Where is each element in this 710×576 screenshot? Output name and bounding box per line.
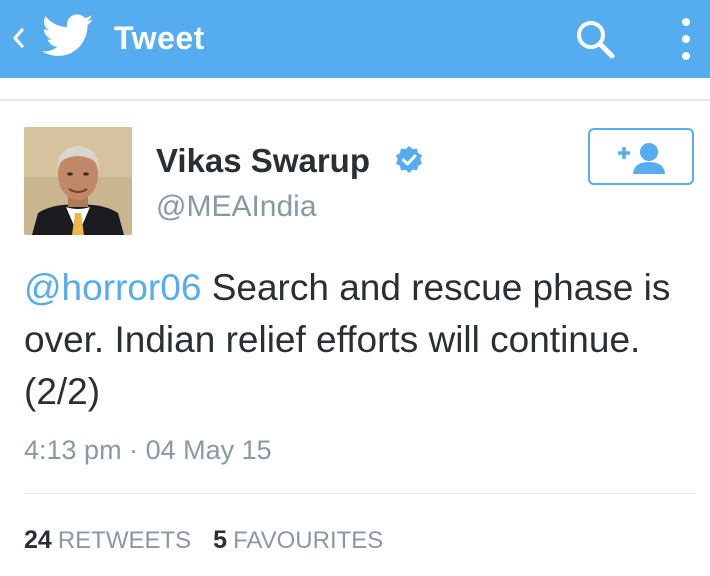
divider <box>24 493 696 494</box>
author-handle[interactable]: @MEAIndia <box>156 188 317 226</box>
search-icon <box>577 21 615 59</box>
twitter-bird-icon[interactable] <box>41 14 94 58</box>
author-name[interactable]: Vikas Swarup <box>156 140 370 182</box>
retweets-label: Retweets <box>57 527 192 554</box>
app-bar: Tweet <box>0 0 710 78</box>
mention-link[interactable]: @horror06 <box>24 267 201 308</box>
favourites-stat[interactable]: 5 Favourites <box>213 526 384 554</box>
verified-badge-icon <box>394 145 424 175</box>
page-title: Tweet <box>114 20 205 56</box>
more-vertical-icon <box>682 18 690 60</box>
more-options-button[interactable] <box>672 14 700 64</box>
tweet-timestamp: 4:13 pm · 04 May 15 <box>24 432 272 468</box>
tweet-text: @horror06 Search and rescue phase is ove… <box>24 262 694 418</box>
avatar[interactable] <box>24 127 132 235</box>
retweets-stat[interactable]: 24 Retweets <box>24 526 192 554</box>
favourites-label: Favourites <box>233 527 384 554</box>
meta-separator: · <box>121 435 146 465</box>
follow-user-icon <box>618 143 665 174</box>
back-button[interactable] <box>8 20 30 56</box>
chevron-left-icon <box>13 28 24 48</box>
tweet-date: 04 May 15 <box>145 435 272 465</box>
tweet-time: 4:13 pm <box>24 435 122 465</box>
divider <box>0 99 710 101</box>
tweet-stats: 24 Retweets 5 Favourites <box>24 522 383 558</box>
search-button[interactable] <box>570 14 620 64</box>
favourites-count: 5 <box>213 526 228 554</box>
retweets-count: 24 <box>24 526 52 554</box>
follow-button[interactable] <box>588 128 694 185</box>
